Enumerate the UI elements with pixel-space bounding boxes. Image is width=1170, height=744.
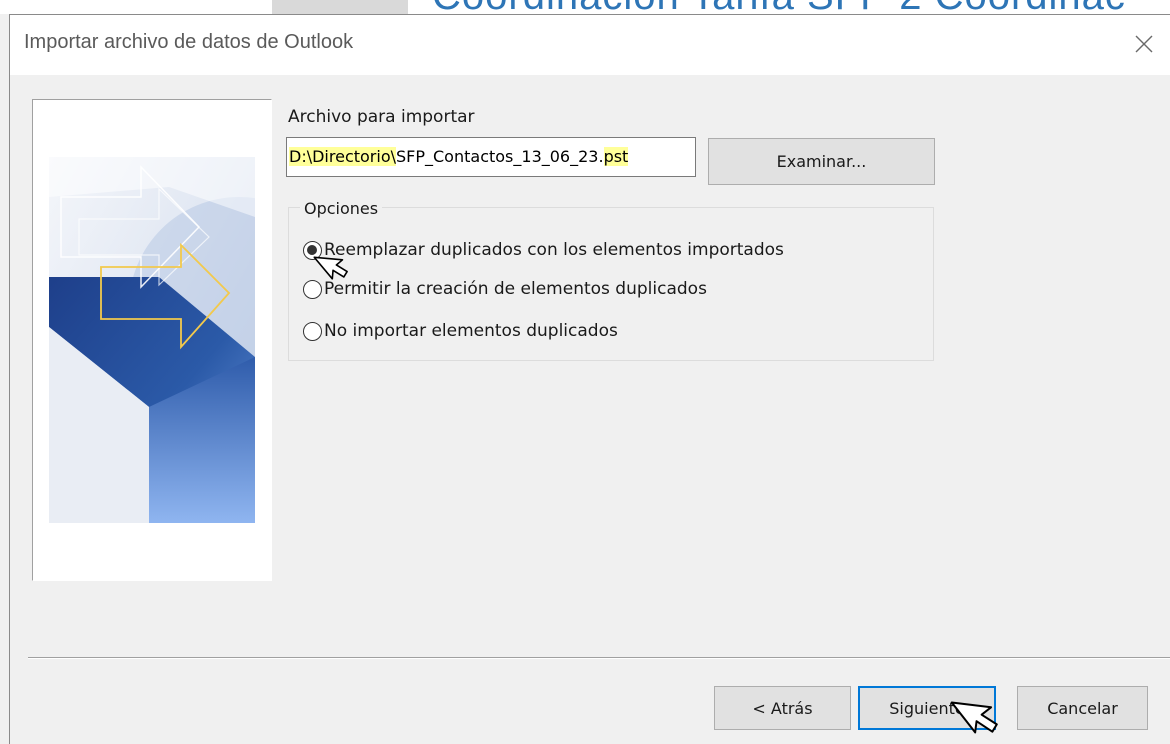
file-label: Archivo para importar (288, 107, 475, 127)
path-segment-name: SFP_Contactos (396, 147, 514, 166)
radio-label-replace: Reemplazar duplicados con los elementos … (324, 240, 784, 260)
browse-button[interactable]: Examinar... (708, 138, 935, 185)
radio-button-replace[interactable] (303, 240, 322, 260)
background-heading: Coordinación Tarifa SFP 2 Coordinac (432, 0, 1126, 14)
options-legend: Opciones (300, 199, 383, 219)
wizard-arrow-illustration (49, 157, 255, 523)
footer-separator (28, 657, 1170, 659)
background-tab (272, 0, 408, 14)
title-bar: Importar archivo de datos de Outlook (10, 15, 1170, 75)
radio-option-allow[interactable]: Permitir la creación de elementos duplic… (303, 277, 707, 301)
file-path-input[interactable]: D:\Directorio\SFP_Contactos_13_06_23.pst (286, 137, 696, 177)
background-window: Coordinación Tarifa SFP 2 Coordinac (0, 0, 1170, 14)
cancel-button[interactable]: Cancelar (1017, 686, 1148, 730)
radio-button-allow[interactable] (303, 279, 322, 299)
path-segment-date: _13_06_23. (513, 147, 604, 166)
path-segment-drive: D:\Directorio\ (289, 147, 396, 166)
close-button[interactable] (1123, 23, 1165, 65)
back-button[interactable]: < Atrás (714, 686, 851, 730)
dialog-title: Importar archivo de datos de Outlook (24, 31, 354, 53)
wizard-image-panel (32, 99, 272, 581)
screen: Coordinación Tarifa SFP 2 Coordinac Impo… (0, 0, 1170, 744)
radio-label-skip: No importar elementos duplicados (324, 321, 618, 341)
path-segment-extension: pst (603, 147, 629, 166)
radio-button-skip[interactable] (303, 321, 322, 341)
import-dialog: Importar archivo de datos de Outlook Arc… (9, 14, 1170, 744)
next-button[interactable]: Siguiente (858, 686, 996, 730)
close-icon (1135, 35, 1153, 53)
radio-label-allow: Permitir la creación de elementos duplic… (324, 279, 707, 299)
radio-option-skip[interactable]: No importar elementos duplicados (303, 319, 618, 343)
radio-option-replace[interactable]: Reemplazar duplicados con los elementos … (303, 238, 784, 262)
